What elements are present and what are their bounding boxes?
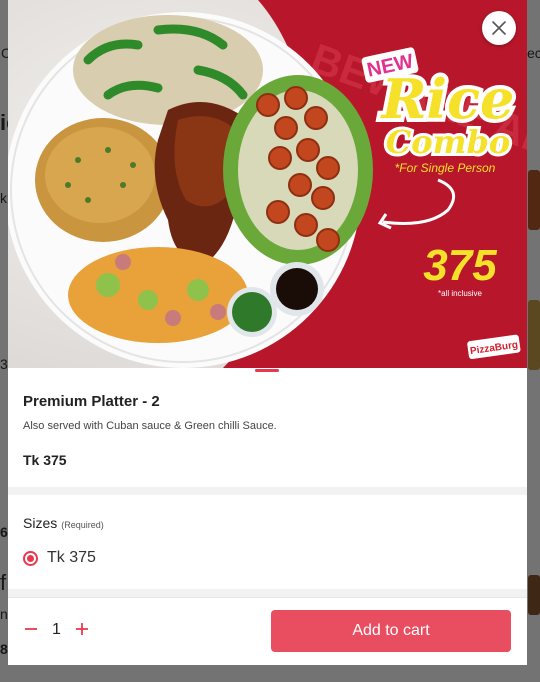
poster-title-line2: Combo	[386, 123, 510, 161]
required-label: (Required)	[61, 520, 104, 530]
product-title: Premium Platter - 2	[23, 393, 160, 410]
add-to-cart-button[interactable]: Add to cart	[271, 610, 511, 652]
poster-price: 375	[423, 241, 497, 290]
size-option[interactable]: Tk 375	[23, 549, 96, 567]
divider	[8, 589, 527, 597]
product-description: Also served with Cuban sauce & Green chi…	[23, 420, 277, 432]
modal-footer: 1 Add to cart	[8, 597, 527, 665]
minus-icon	[25, 628, 37, 630]
quantity-value: 1	[52, 621, 61, 638]
sizes-section-title: Sizes (Required)	[23, 515, 104, 531]
increase-quantity-button[interactable]	[71, 618, 93, 640]
product-image: BEWARE ADDICTIVE	[8, 0, 527, 368]
poster-subtitle: *For Single Person	[395, 161, 496, 175]
rice-combo-poster: BEWARE ADDICTIVE	[8, 0, 527, 368]
poster-title-line1: Rice	[380, 67, 515, 131]
close-button[interactable]	[482, 11, 516, 45]
product-modal: BEWARE ADDICTIVE	[8, 0, 527, 665]
close-icon	[492, 21, 506, 35]
poster-price-note: *all inclusive	[438, 289, 483, 298]
sizes-title: Sizes	[23, 515, 58, 531]
divider	[8, 487, 527, 495]
image-indicator	[255, 369, 279, 372]
plus-icon	[76, 623, 88, 635]
decrease-quantity-button[interactable]	[20, 618, 42, 640]
size-option-label: Tk 375	[47, 549, 96, 566]
radio-selected-icon[interactable]	[23, 550, 38, 566]
product-price: Tk 375	[23, 452, 67, 468]
